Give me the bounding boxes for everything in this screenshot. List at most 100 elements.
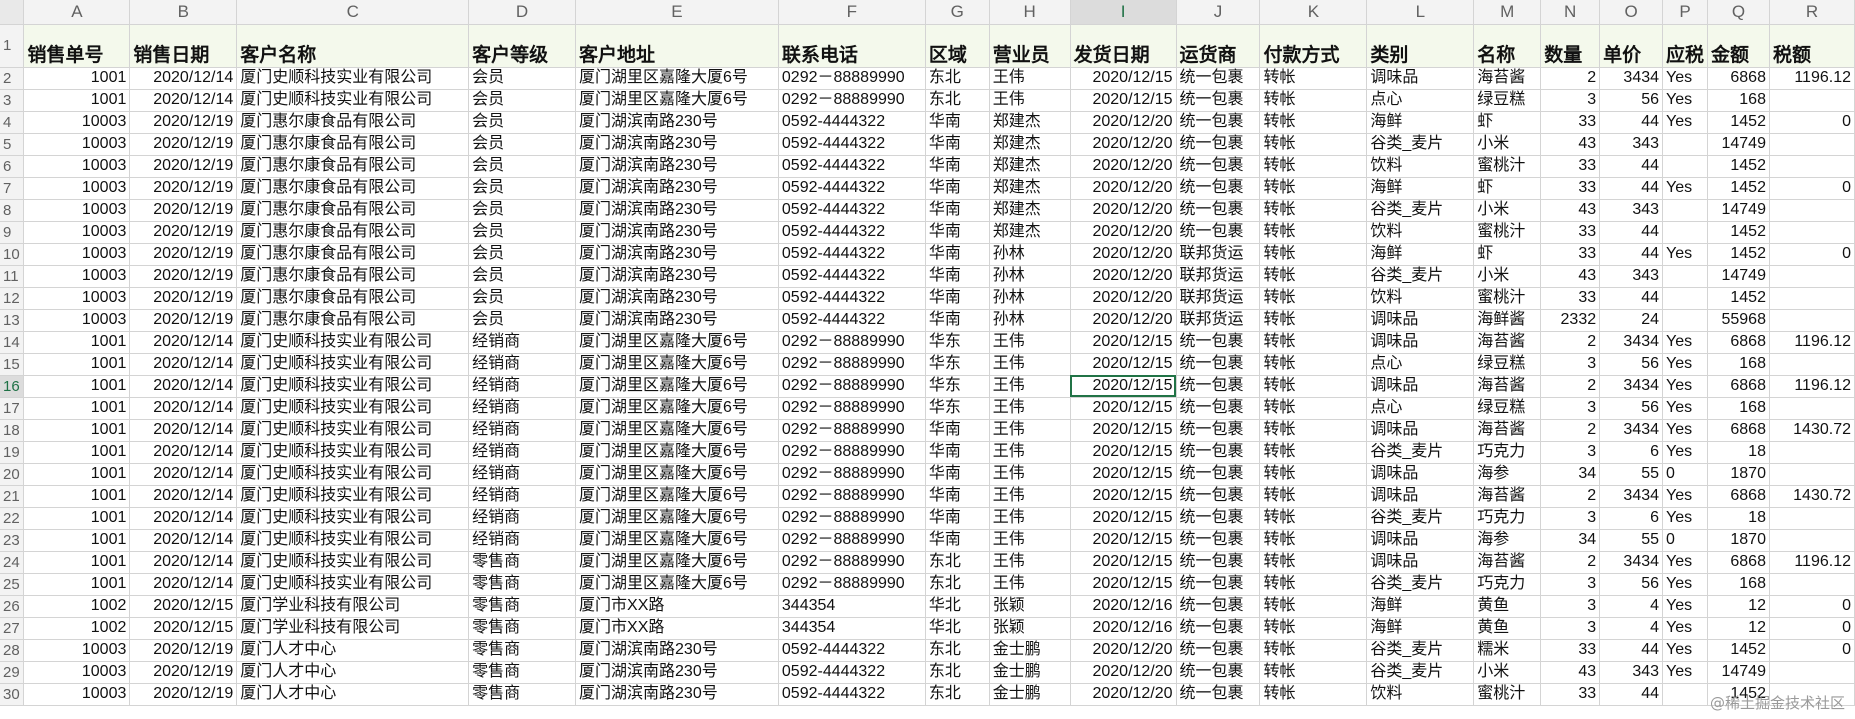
data-cell[interactable]: 2020/12/19 — [129, 221, 238, 244]
row-number[interactable]: 16 — [0, 375, 25, 398]
data-cell[interactable]: 2020/12/15 — [1070, 463, 1177, 486]
data-cell[interactable]: 0592-4444322 — [778, 155, 926, 178]
data-cell[interactable]: 厦门湖里区嘉隆大厦6号 — [575, 89, 779, 112]
data-cell[interactable]: Yes — [1662, 551, 1709, 574]
data-cell[interactable]: 转帐 — [1259, 485, 1368, 508]
data-cell[interactable] — [1662, 133, 1709, 156]
data-cell[interactable]: 厦门惠尔康食品有限公司 — [236, 199, 470, 222]
data-cell[interactable]: 2020/12/14 — [129, 375, 238, 398]
row-number[interactable]: 7 — [0, 177, 25, 200]
column-header-k[interactable]: K — [1259, 0, 1368, 25]
data-cell[interactable]: 谷类_麦片 — [1366, 265, 1475, 288]
data-cell[interactable] — [1769, 441, 1855, 464]
data-cell[interactable]: 1001 — [23, 551, 131, 574]
data-cell[interactable]: 0592-4444322 — [778, 661, 926, 684]
data-cell[interactable]: 厦门史顺科技实业有限公司 — [236, 551, 470, 574]
data-cell[interactable]: 0292－88889990 — [778, 551, 926, 574]
data-cell[interactable]: 谷类_麦片 — [1366, 441, 1475, 464]
data-cell[interactable]: 海苔酱 — [1473, 419, 1542, 442]
data-cell[interactable]: 14749 — [1707, 661, 1770, 684]
data-cell[interactable]: 3 — [1540, 573, 1601, 596]
data-cell[interactable]: 0292－88889990 — [778, 441, 926, 464]
data-cell[interactable]: 王伟 — [989, 419, 1071, 442]
data-cell[interactable]: 黄鱼 — [1473, 595, 1542, 618]
data-cell[interactable] — [1662, 309, 1709, 332]
data-cell[interactable]: Yes — [1662, 617, 1709, 640]
data-cell[interactable]: 厦门湖滨南路230号 — [575, 133, 779, 156]
data-cell[interactable]: 厦门湖里区嘉隆大厦6号 — [575, 485, 779, 508]
data-cell[interactable]: 转帐 — [1259, 683, 1368, 706]
data-cell[interactable]: 2020/12/15 — [1070, 441, 1177, 464]
data-cell[interactable]: 34 — [1540, 463, 1601, 486]
data-cell[interactable]: 2020/12/20 — [1070, 199, 1177, 222]
data-cell[interactable]: 2020/12/15 — [1070, 485, 1177, 508]
data-cell[interactable]: 孙林 — [989, 287, 1071, 310]
data-cell[interactable]: 华南 — [925, 441, 990, 464]
data-cell[interactable]: 华南 — [925, 155, 990, 178]
data-cell[interactable]: 黄鱼 — [1473, 617, 1542, 640]
data-cell[interactable]: 厦门湖滨南路230号 — [575, 155, 779, 178]
data-cell[interactable]: 饮料 — [1366, 155, 1475, 178]
row-number[interactable]: 20 — [0, 463, 25, 486]
data-cell[interactable]: 统一包裹 — [1176, 133, 1261, 156]
data-cell[interactable]: 统一包裹 — [1176, 661, 1261, 684]
data-cell[interactable]: 饮料 — [1366, 221, 1475, 244]
data-cell[interactable]: 转帐 — [1259, 331, 1368, 354]
data-cell[interactable]: 10003 — [23, 199, 131, 222]
row-number[interactable]: 11 — [0, 265, 25, 288]
data-cell[interactable]: 2020/12/14 — [129, 529, 238, 552]
data-cell[interactable]: 1452 — [1707, 639, 1770, 662]
column-header-r[interactable]: R — [1769, 0, 1855, 25]
data-cell[interactable]: 会员 — [468, 287, 577, 310]
data-cell[interactable]: 2020/12/20 — [1070, 243, 1177, 266]
data-cell[interactable]: 调味品 — [1366, 331, 1475, 354]
data-cell[interactable]: 344354 — [778, 595, 926, 618]
data-cell[interactable]: 厦门史顺科技实业有限公司 — [236, 375, 470, 398]
data-cell[interactable]: 4 — [1599, 595, 1664, 618]
header-cell[interactable]: 金额 — [1707, 24, 1770, 68]
data-cell[interactable]: 巧克力 — [1473, 573, 1542, 596]
data-cell[interactable]: 343 — [1599, 661, 1664, 684]
data-cell[interactable]: 转帐 — [1259, 375, 1368, 398]
data-cell[interactable]: 0592-4444322 — [778, 309, 926, 332]
data-cell[interactable]: 0 — [1769, 595, 1855, 618]
data-cell[interactable]: 厦门湖里区嘉隆大厦6号 — [575, 419, 779, 442]
header-cell[interactable]: 数量 — [1540, 24, 1601, 68]
data-cell[interactable]: 厦门学业科技有限公司 — [236, 617, 470, 640]
header-cell[interactable]: 区域 — [925, 24, 990, 68]
data-cell[interactable] — [1769, 397, 1855, 420]
data-cell[interactable]: 33 — [1540, 155, 1601, 178]
data-cell[interactable]: 统一包裹 — [1176, 463, 1261, 486]
data-cell[interactable]: 海鲜 — [1366, 595, 1475, 618]
data-cell[interactable]: 郑建杰 — [989, 199, 1071, 222]
data-cell[interactable]: 厦门人才中心 — [236, 661, 470, 684]
data-cell[interactable]: 华南 — [925, 177, 990, 200]
data-cell[interactable]: 东北 — [925, 683, 990, 706]
data-cell[interactable]: 零售商 — [468, 551, 577, 574]
data-cell[interactable]: 56 — [1599, 573, 1664, 596]
header-cell[interactable]: 发货日期 — [1070, 24, 1177, 68]
data-cell[interactable]: 统一包裹 — [1176, 331, 1261, 354]
data-cell[interactable]: 厦门史顺科技实业有限公司 — [236, 441, 470, 464]
data-cell[interactable]: 3434 — [1599, 331, 1664, 354]
data-cell[interactable] — [1769, 89, 1855, 112]
data-cell[interactable]: 厦门湖里区嘉隆大厦6号 — [575, 441, 779, 464]
data-cell[interactable]: 1196.12 — [1769, 67, 1855, 90]
data-cell[interactable]: 华南 — [925, 463, 990, 486]
data-cell[interactable]: 343 — [1599, 133, 1664, 156]
data-cell[interactable]: 统一包裹 — [1176, 155, 1261, 178]
data-cell[interactable]: 点心 — [1366, 353, 1475, 376]
data-cell[interactable]: 56 — [1599, 353, 1664, 376]
data-cell[interactable]: 统一包裹 — [1176, 221, 1261, 244]
data-cell[interactable]: Yes — [1662, 89, 1709, 112]
data-cell[interactable]: 55 — [1599, 463, 1664, 486]
data-cell[interactable]: 1001 — [23, 507, 131, 530]
data-cell[interactable]: 海鲜 — [1366, 177, 1475, 200]
data-cell[interactable]: 虾 — [1473, 111, 1542, 134]
row-number[interactable]: 29 — [0, 661, 25, 684]
data-cell[interactable]: 厦门史顺科技实业有限公司 — [236, 353, 470, 376]
data-cell[interactable] — [1769, 309, 1855, 332]
data-cell[interactable]: 绿豆糕 — [1473, 89, 1542, 112]
data-cell[interactable]: 6 — [1599, 441, 1664, 464]
data-cell[interactable]: 2020/12/14 — [129, 463, 238, 486]
